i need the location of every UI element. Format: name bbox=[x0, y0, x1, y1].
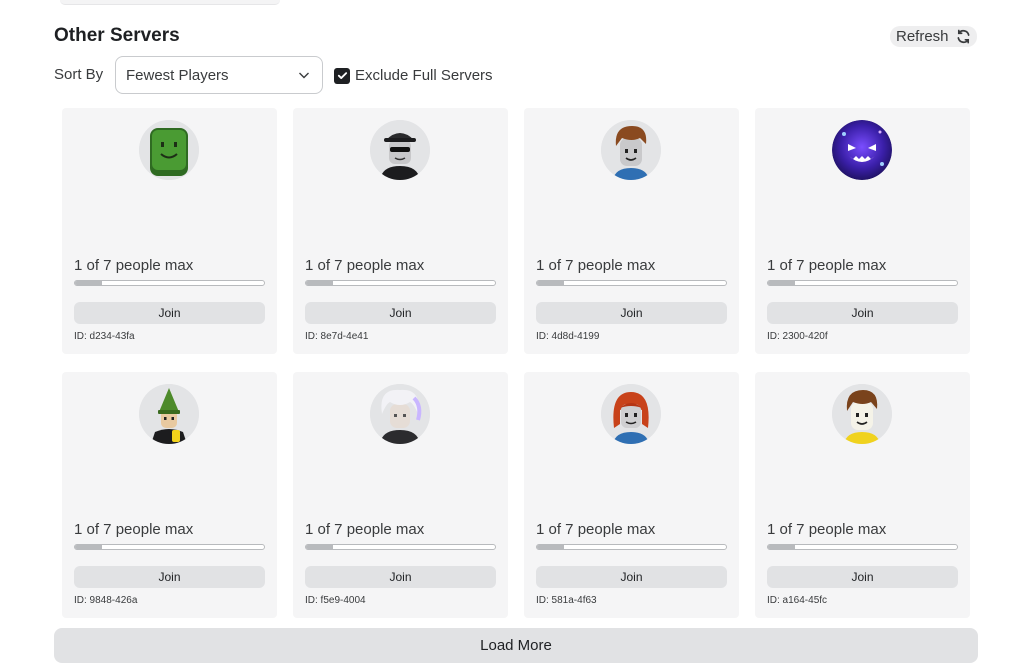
capacity-fill bbox=[306, 281, 334, 285]
player-avatar[interactable] bbox=[370, 120, 430, 180]
player-avatar[interactable] bbox=[832, 384, 892, 444]
purple-ghost-avatar-icon bbox=[832, 120, 892, 180]
join-button[interactable]: Join bbox=[305, 566, 496, 588]
capacity-bar bbox=[305, 544, 496, 550]
server-id: ID: f5e9-4004 bbox=[305, 595, 366, 606]
server-id: ID: 8e7d-4e41 bbox=[305, 331, 369, 342]
brown-hair-yellow-shirt-avatar-icon bbox=[832, 384, 892, 444]
server-card: 1 of 7 people max Join ID: f5e9-4004 bbox=[293, 372, 508, 618]
capacity-fill bbox=[537, 545, 565, 549]
server-card: 1 of 7 people max Join ID: 8e7d-4e41 bbox=[293, 108, 508, 354]
sunglasses-cap-avatar-icon bbox=[370, 120, 430, 180]
player-count: 1 of 7 people max bbox=[767, 521, 887, 538]
capacity-bar bbox=[767, 544, 958, 550]
sort-label: Sort By bbox=[54, 66, 104, 83]
capacity-bar bbox=[767, 280, 958, 286]
capacity-fill bbox=[75, 281, 103, 285]
capacity-fill bbox=[306, 545, 334, 549]
server-id: ID: 9848-426a bbox=[74, 595, 138, 606]
red-hair-avatar-icon bbox=[601, 384, 661, 444]
player-avatar[interactable] bbox=[832, 120, 892, 180]
player-avatar[interactable] bbox=[601, 384, 661, 444]
capacity-bar bbox=[74, 280, 265, 286]
player-avatar[interactable] bbox=[139, 384, 199, 444]
join-button[interactable]: Join bbox=[305, 302, 496, 324]
green-block-avatar-icon bbox=[139, 120, 199, 180]
load-more-button[interactable]: Load More bbox=[54, 628, 978, 663]
capacity-fill bbox=[768, 281, 796, 285]
server-card: 1 of 7 people max Join ID: 4d8d-4199 bbox=[524, 108, 739, 354]
exclude-checkbox[interactable] bbox=[334, 67, 350, 84]
server-id: ID: a164-45fc bbox=[767, 595, 828, 606]
green-hat-avatar-icon bbox=[139, 384, 199, 444]
exclude-label: Exclude Full Servers bbox=[355, 67, 493, 84]
server-grid: 1 of 7 people max Join ID: d234-43fa 1 o… bbox=[62, 108, 972, 618]
server-card: 1 of 7 people max Join ID: 9848-426a bbox=[62, 372, 277, 618]
player-count: 1 of 7 people max bbox=[74, 257, 194, 274]
server-id: ID: 581a-4f63 bbox=[536, 595, 597, 606]
player-avatar[interactable] bbox=[139, 120, 199, 180]
capacity-bar bbox=[536, 280, 727, 286]
join-button[interactable]: Join bbox=[767, 302, 958, 324]
player-count: 1 of 7 people max bbox=[74, 521, 194, 538]
brown-hair-avatar-icon bbox=[601, 120, 661, 180]
section-title: Other Servers bbox=[54, 25, 180, 46]
player-count: 1 of 7 people max bbox=[767, 257, 887, 274]
refresh-button[interactable]: Refresh bbox=[890, 26, 977, 47]
checkmark-icon bbox=[337, 72, 347, 79]
player-count: 1 of 7 people max bbox=[305, 521, 425, 538]
join-button[interactable]: Join bbox=[767, 566, 958, 588]
server-card: 1 of 7 people max Join ID: a164-45fc bbox=[755, 372, 970, 618]
join-button[interactable]: Join bbox=[536, 566, 727, 588]
sort-value: Fewest Players bbox=[126, 66, 229, 84]
server-card: 1 of 7 people max Join ID: d234-43fa bbox=[62, 108, 277, 354]
exclude-full-servers-toggle[interactable]: Exclude Full Servers bbox=[334, 67, 493, 84]
previous-section-edge bbox=[60, 0, 280, 5]
white-hair-avatar-icon bbox=[370, 384, 430, 444]
refresh-icon bbox=[957, 29, 970, 44]
server-card: 1 of 7 people max Join ID: 581a-4f63 bbox=[524, 372, 739, 618]
server-id: ID: d234-43fa bbox=[74, 331, 135, 342]
join-button[interactable]: Join bbox=[536, 302, 727, 324]
player-count: 1 of 7 people max bbox=[536, 257, 656, 274]
capacity-bar bbox=[536, 544, 727, 550]
server-id: ID: 2300-420f bbox=[767, 331, 828, 342]
join-button[interactable]: Join bbox=[74, 302, 265, 324]
sort-dropdown[interactable]: Fewest Players bbox=[115, 56, 323, 94]
player-avatar[interactable] bbox=[370, 384, 430, 444]
player-count: 1 of 7 people max bbox=[305, 257, 425, 274]
player-count: 1 of 7 people max bbox=[536, 521, 656, 538]
player-avatar[interactable] bbox=[601, 120, 661, 180]
capacity-bar bbox=[305, 280, 496, 286]
join-button[interactable]: Join bbox=[74, 566, 265, 588]
capacity-fill bbox=[75, 545, 103, 549]
server-id: ID: 4d8d-4199 bbox=[536, 331, 600, 342]
refresh-label: Refresh bbox=[896, 28, 949, 45]
chevron-down-icon bbox=[299, 72, 309, 79]
capacity-fill bbox=[768, 545, 796, 549]
capacity-fill bbox=[537, 281, 565, 285]
capacity-bar bbox=[74, 544, 265, 550]
server-card: 1 of 7 people max Join ID: 2300-420f bbox=[755, 108, 970, 354]
